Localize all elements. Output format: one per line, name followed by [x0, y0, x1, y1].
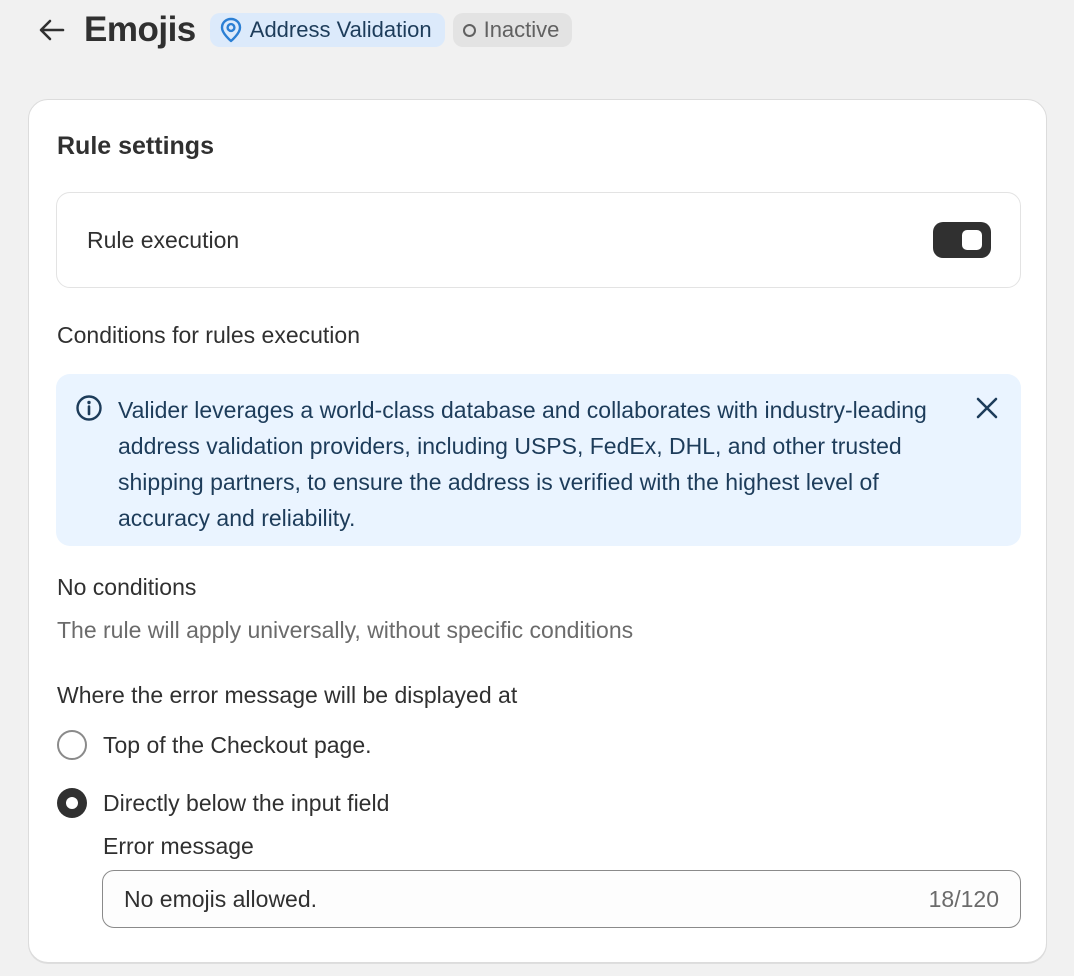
status-badge: Inactive	[452, 13, 573, 47]
rule-execution-row: Rule execution	[56, 192, 1021, 288]
radio-button-checked[interactable]	[57, 788, 87, 818]
rule-execution-label: Rule execution	[87, 226, 240, 253]
info-circle-icon	[76, 395, 102, 421]
arrow-left-icon	[39, 19, 65, 41]
rule-settings-card: Rule settings Rule execution Conditions …	[28, 99, 1047, 963]
no-conditions-description: The rule will apply universally, without…	[57, 617, 634, 643]
page-header: Emojis Address Validation Inactive	[36, 8, 580, 52]
banner-close-button[interactable]	[973, 394, 1001, 422]
error-message-input[interactable]: No emojis allowed. 18/120	[102, 870, 1021, 928]
error-message-label: Error message	[103, 833, 254, 859]
type-badge-label: Address Validation	[249, 17, 432, 42]
radio-button[interactable]	[57, 730, 87, 760]
rule-execution-toggle[interactable]	[933, 222, 991, 258]
error-message-value: No emojis allowed.	[124, 885, 318, 912]
display-location-heading: Where the error message will be displaye…	[57, 682, 518, 708]
radio-label: Directly below the input field	[103, 789, 390, 816]
card-title: Rule settings	[57, 132, 214, 160]
radio-option-below-input[interactable]: Directly below the input field	[57, 788, 389, 818]
page-title: Emojis	[84, 10, 196, 49]
radio-option-top-of-checkout[interactable]: Top of the Checkout page.	[57, 730, 372, 760]
radio-label: Top of the Checkout page.	[103, 731, 372, 758]
conditions-heading: Conditions for rules execution	[57, 322, 360, 348]
info-banner: Valider leverages a world-class database…	[56, 374, 1021, 546]
back-button[interactable]	[36, 14, 68, 46]
location-pin-icon	[220, 17, 241, 43]
close-icon	[976, 397, 998, 419]
no-conditions-title: No conditions	[57, 574, 197, 600]
status-dot-icon	[462, 23, 476, 37]
toggle-knob	[962, 230, 982, 250]
status-badge-label: Inactive	[483, 17, 560, 42]
info-banner-text: Valider leverages a world-class database…	[118, 397, 927, 531]
type-badge: Address Validation	[209, 13, 445, 47]
character-count: 18/120	[928, 885, 999, 912]
